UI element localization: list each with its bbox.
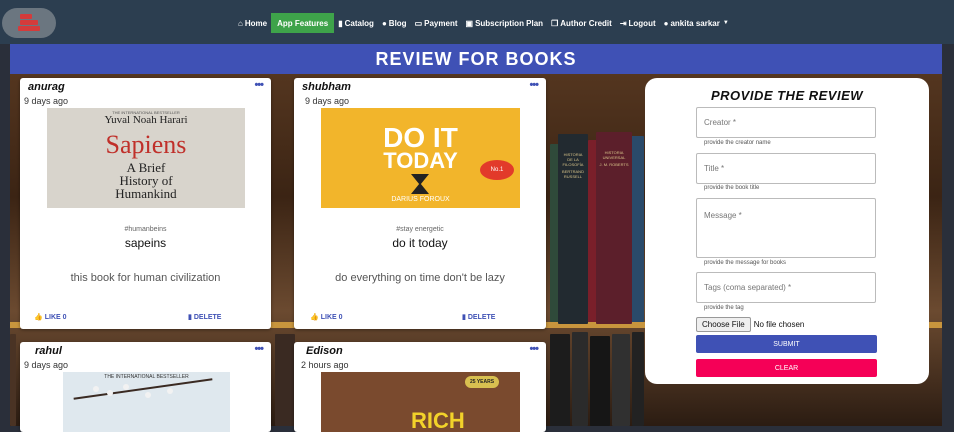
nav-subscription-plan[interactable]: ▣ Subscription Plan (462, 13, 548, 33)
card-timestamp: 2 hours ago (301, 360, 349, 370)
card-tag: #stay energetic (396, 226, 444, 233)
card-creator-name: shubham (302, 81, 351, 93)
review-card: shubham ••• 9 days ago DO IT TODAY No.1 … (294, 78, 546, 329)
delete-button[interactable]: ▮ DELETE (188, 313, 221, 322)
background-book-spine-2: HISTORIA UNIVERSAL J. M. ROBERTS (599, 150, 629, 167)
book-icon: ▮ (338, 18, 343, 28)
nav-payment[interactable]: ▭ Payment (411, 13, 462, 33)
submit-button[interactable]: SUBMIT (696, 335, 877, 353)
comments-icon: ● (381, 18, 387, 28)
delete-button[interactable]: ▮ DELETE (462, 313, 495, 322)
nav-menu: ⌂ Home App Features ▮ Catalog ● Blog ▭ Payme… (234, 13, 733, 33)
tags-help-text: provide the tag (704, 305, 744, 311)
hourglass-graphic (411, 174, 429, 194)
file-upload: Choose File No file chosen (696, 317, 804, 332)
logo[interactable] (2, 8, 56, 38)
money-icon: ▣ (465, 18, 474, 28)
nav-home[interactable]: ⌂ Home (234, 13, 271, 33)
thumbs-up-icon: 👍 (34, 314, 43, 321)
trash-icon: ▮ (188, 314, 192, 321)
form-title: PROVIDE THE REVIEW (710, 88, 864, 103)
review-form: PROVIDE THE REVIEW Creator * provide the… (645, 78, 929, 384)
card-message: this book for human civilization (70, 272, 221, 284)
anniversary-badge: 25 YEARS (465, 376, 499, 388)
like-button[interactable]: 👍 LIKE 0 (310, 313, 343, 322)
page-header: REVIEW FOR BOOKS (10, 44, 942, 74)
nav-blog[interactable]: ● Blog (378, 13, 411, 33)
card-message: do everything on time don't be lazy (335, 272, 505, 284)
user-icon: ● (663, 18, 669, 28)
card-title: sapeins (124, 236, 167, 250)
message-help-text: provide the message for books (704, 260, 787, 266)
nav-user-dropdown[interactable]: ● ankita sarkar ▼ (660, 13, 733, 33)
card-timestamp: 9 days ago (305, 96, 350, 106)
nav-app-features[interactable]: App Features (271, 13, 335, 33)
nav-logout[interactable]: ⇥ Logout (616, 13, 660, 33)
book-cover-image: 25 YEARS RICH (321, 372, 520, 432)
home-icon: ⌂ (238, 18, 243, 28)
trash-icon: ▮ (462, 314, 466, 321)
more-options-icon[interactable]: ••• (254, 79, 264, 91)
choose-file-button[interactable]: Choose File (696, 317, 751, 332)
file-status: No file chosen (753, 320, 805, 329)
book-cover-image: THE INTERNATIONAL BESTSELLER Yuval Noah … (47, 108, 245, 208)
more-options-icon[interactable]: ••• (254, 343, 264, 355)
message-textarea[interactable]: Message * (696, 198, 876, 258)
card-creator-name: rahul (35, 345, 62, 357)
caret-down-icon: ▼ (722, 20, 729, 26)
review-card: Edison ••• 2 hours ago 25 YEARS RICH (294, 342, 546, 432)
clear-button[interactable]: CLEAR (696, 359, 877, 377)
nav-author-credit[interactable]: ❐ Author Credit (547, 13, 616, 33)
title-input[interactable]: Title * (696, 153, 876, 184)
thumbs-up-icon: 👍 (310, 314, 319, 321)
card-creator-name: Edison (306, 345, 343, 357)
copy-icon: ❐ (551, 18, 559, 28)
review-card: anurag ••• 9 days ago THE INTERNATIONAL … (20, 78, 271, 329)
book-cover-image: THE INTERNATIONAL BESTSELLER (63, 372, 230, 432)
creator-input[interactable]: Creator * (696, 107, 876, 138)
title-help-text: provide the book title (704, 185, 760, 191)
book-cover-image: DO IT TODAY No.1 DARIUS FOROUX (321, 108, 520, 208)
credit-card-icon: ▭ (414, 18, 423, 28)
more-options-icon[interactable]: ••• (529, 79, 539, 91)
tags-input[interactable]: Tags (coma separated) * (696, 272, 876, 303)
card-timestamp: 9 days ago (24, 96, 69, 106)
background-book-spine-1: HISTORIA DE LA FILOSOFÍA BERTRAND RUSSEL… (562, 152, 584, 179)
page-title: REVIEW FOR BOOKS (375, 48, 577, 69)
card-timestamp: 9 days ago (24, 360, 69, 370)
card-tag: #humanbeins (124, 226, 167, 233)
more-options-icon[interactable]: ••• (529, 343, 539, 355)
review-card: rahul ••• 9 days ago THE INTERNATIONAL B… (20, 342, 271, 432)
creator-help-text: provide the creator name (704, 140, 771, 146)
bestseller-badge: No.1 (480, 160, 514, 180)
nav-catalog[interactable]: ▮ Catalog (334, 13, 378, 33)
navbar: ⌂ Home App Features ▮ Catalog ● Blog ▭ Payme… (0, 0, 954, 44)
logout-icon: ⇥ (619, 18, 627, 28)
card-title: do it today (392, 236, 448, 250)
like-button[interactable]: 👍 LIKE 0 (34, 313, 67, 322)
card-creator-name: anurag (28, 81, 65, 93)
